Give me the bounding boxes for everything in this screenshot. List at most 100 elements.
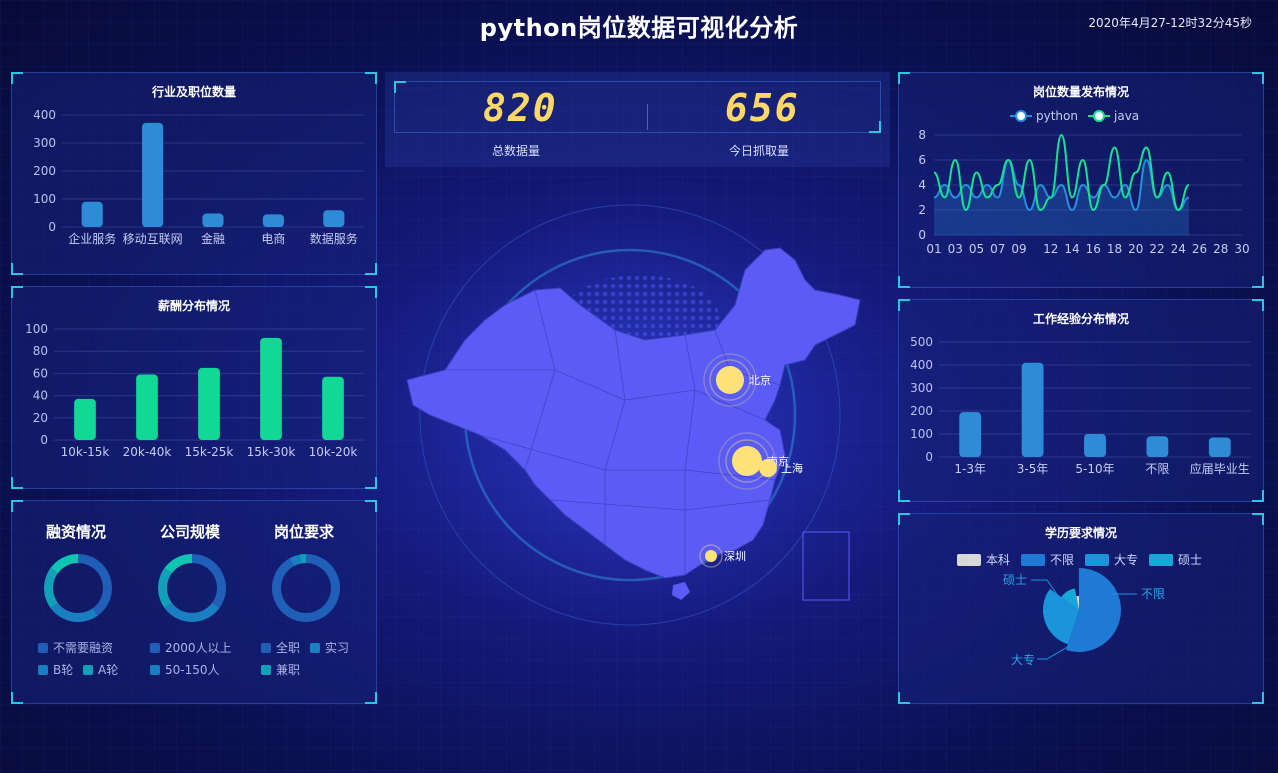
x-tick-label: 应届毕业生 [1190,461,1250,476]
y-tick-label: 100 [25,322,48,336]
legend-label: java [1113,109,1139,123]
total-count: 820 [483,86,558,130]
legend-job-2[interactable]: 实习 [310,639,349,656]
x-tick-label: 1-3年 [954,462,986,476]
legend-marker[interactable] [1015,110,1027,122]
experience-bar[interactable] [1146,436,1169,457]
financing-title: 融资情况 [46,523,107,541]
x-tick-label: 16 [1086,242,1101,256]
x-tick-label: 05 [969,242,984,256]
x-tick-label: 10k-20k [309,445,358,459]
x-tick-label: 10k-15k [61,445,110,459]
x-tick-label: 09 [1011,242,1026,256]
legend-size-1[interactable]: 2000人以上 [150,639,232,656]
x-tick-label: 18 [1107,242,1122,256]
x-tick-label: 30 [1234,242,1249,256]
today-label: 今日抓取量 [729,144,790,158]
industry-bar[interactable] [323,210,345,227]
china-map: 北京 南京 上海 深圳 [390,175,870,655]
stats-frame [394,81,881,133]
donut-slice[interactable] [44,568,58,608]
y-tick-label: 0 [40,433,48,447]
salary-bar[interactable] [74,398,96,440]
y-tick-label: 300 [910,381,933,395]
y-tick-label: 100 [33,192,56,206]
y-tick-label: 300 [33,136,56,150]
y-tick-label: 6 [918,153,926,167]
y-tick-label: 40 [33,389,48,403]
industry-panel: 行业及职位数量 0 100 200 300 400 企业服务 移动互联网 金融 电商 数据服务 [11,72,377,275]
legend-financing-1[interactable]: 不需要融资 [38,639,113,656]
experience-bar[interactable] [1021,362,1044,457]
salary-panel: 薪酬分布情况 0 20 40 60 80 100 10k-15k 20k-40k 15k-25k… [11,286,377,489]
y-tick-label: 4 [918,178,926,192]
x-tick-label: 12 [1043,242,1058,256]
donut-slice[interactable] [272,554,340,622]
salary-bar[interactable] [322,376,344,440]
y-tick-label: 400 [910,358,933,372]
legend-marker[interactable] [1093,110,1105,122]
x-tick-label: 07 [990,242,1005,256]
legend-job-1[interactable]: 全职 [261,639,300,656]
y-tick-label: 400 [33,108,56,122]
datetime: 2020年4月27-12时32分45秒 [1088,16,1252,30]
donut-slice[interactable] [158,568,172,608]
label-leader [1037,645,1070,660]
job-type-title: 岗位要求 [274,523,335,541]
y-tick-label: 2 [918,203,926,217]
x-tick-label: 15k-25k [185,445,234,459]
stats-panel: 820 总数据量 656 今日抓取量 [385,72,890,167]
donut-panel: 融资情况 公司规模 岗位要求 不需要融资 B轮 A轮 2000人以上 50-15… [11,500,377,704]
donut-slice[interactable] [50,602,98,622]
x-tick-label: 14 [1064,242,1079,256]
industry-bar[interactable] [142,122,164,227]
donut-slice[interactable] [192,554,226,608]
y-tick-label: 80 [33,344,48,358]
experience-bar[interactable] [1084,434,1106,457]
y-tick-label: 8 [918,128,926,142]
x-tick-label: 移动互联网 [123,232,183,246]
stats-divider [647,104,648,130]
education-panel: 学历要求情况 本科 不限 大专 硕士 不限 大专 硕士 [898,513,1264,704]
industry-bar[interactable] [81,201,103,227]
experience-panel: 工作经验分布情况 0 100 200 300 400 500 1-3年 3-5年 5-10年 不限… [898,299,1264,502]
y-tick-label: 0 [48,220,56,234]
y-tick-label: 0 [918,228,926,242]
donut-slice[interactable] [50,554,78,574]
total-label: 总数据量 [492,144,541,158]
industry-bar[interactable] [262,214,284,227]
marker-shanghai[interactable]: 上海 [759,459,803,477]
experience-bar[interactable] [959,412,982,457]
industry-chart: 0 100 200 300 400 企业服务 移动互联网 金融 电商 数据服务 [33,108,364,246]
industry-bar[interactable] [202,213,224,227]
salary-chart: 0 20 40 60 80 100 10k-15k 20k-40k 15k-25k 15k-30k… [25,322,364,459]
city-beijing: 北京 [749,373,771,387]
y-tick-label: 500 [910,335,933,349]
salary-bar[interactable] [198,367,220,440]
y-tick-label: 100 [910,427,933,441]
trend-panel: 岗位数量发布情况 0 2 4 6 8 01 03 05 07 09 12 14 16 18 20 22 24 26… [898,72,1264,288]
experience-bar[interactable] [1208,437,1231,457]
x-tick-label: 20k-40k [123,445,172,459]
pie-label: 硕士 [1003,573,1027,587]
donut-slice[interactable] [164,554,192,574]
today-count: 656 [725,86,800,130]
y-tick-label: 60 [33,366,48,380]
donut-slice[interactable] [164,602,220,622]
salary-bar[interactable] [260,337,282,440]
donut-slice[interactable] [78,554,112,616]
experience-chart: 0 100 200 300 400 500 1-3年 3-5年 5-10年 不限 应届毕业生 [910,335,1251,476]
education-chart: 不限大专 硕士 [1003,568,1165,667]
legend-financing-2[interactable]: B轮 [38,661,73,678]
x-tick-label: 5-10年 [1075,462,1114,476]
legend-financing-3[interactable]: A轮 [83,661,118,678]
legend-label: python [1036,109,1078,123]
legend-job-3[interactable]: 兼职 [261,661,300,678]
trend-chart: 0246801 03 05 07 09 12 14 16 18 20 22 24 26 28 30pytho… [918,109,1249,256]
y-tick-label: 20 [33,411,48,425]
x-tick-label: 企业服务 [68,231,116,246]
salary-bar[interactable] [136,374,158,440]
x-tick-label: 金融 [201,231,225,246]
legend-size-2[interactable]: 50-150人 [150,661,220,678]
y-tick-label: 0 [925,450,933,464]
